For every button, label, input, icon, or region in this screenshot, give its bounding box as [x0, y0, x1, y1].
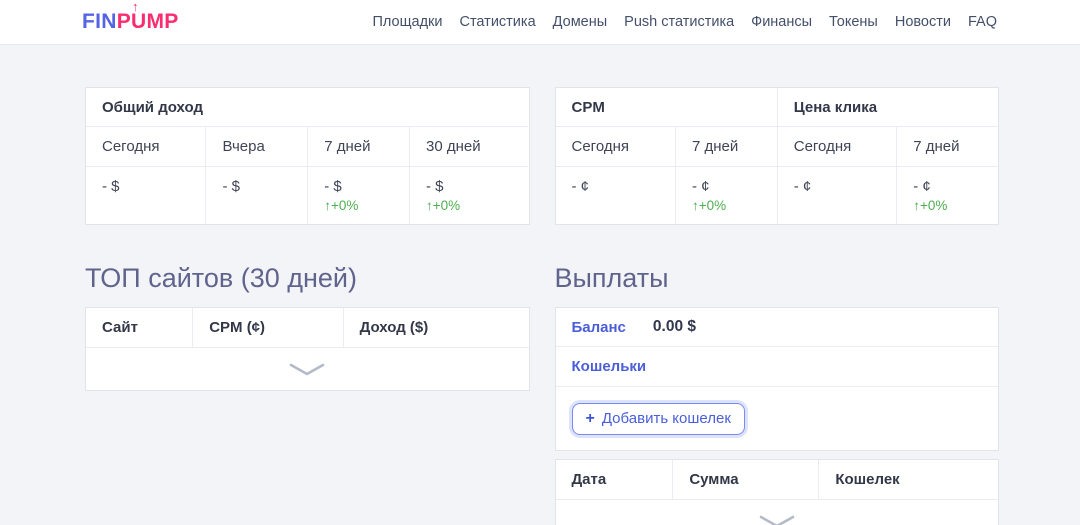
nav-item-novosti[interactable]: Новости [895, 14, 951, 30]
add-wallet-button[interactable]: + Добавить кошелек [571, 402, 745, 435]
total-income-card: Общий доход Сегодня Вчера 7 дней 30 дней… [85, 87, 530, 225]
cpm-col-today: Сегодня [555, 126, 675, 166]
nav-item-ploshchadki[interactable]: Площадки [372, 14, 442, 30]
cpm-value-today: - ¢ [555, 166, 675, 224]
click-price-value-7days: - ¢ ↑+0% [896, 166, 998, 224]
chevron-down-icon [759, 515, 795, 525]
dashboard-content: Общий доход Сегодня Вчера 7 дней 30 дней… [0, 45, 1080, 525]
right-column: CPM Цена клика Сегодня 7 дней Сегодня 7 … [554, 87, 999, 525]
income-col-30days: 30 дней [409, 126, 529, 166]
payouts-history-table: Дата Сумма Кошелек [554, 459, 999, 525]
nav-item-statistika[interactable]: Статистика [459, 14, 535, 30]
top-sites-col-cpm: CPM (¢) [192, 308, 342, 347]
balance-value: 0.00 $ [652, 318, 697, 335]
top-sites-col-site: Сайт [102, 319, 138, 336]
income-change-7days: ↑+0% [324, 198, 359, 213]
wallets-row: Кошельки [555, 347, 998, 387]
add-wallet-label: Добавить кошелек [601, 410, 731, 427]
finpump-logo[interactable]: FIN P U ↑ MP [82, 0, 179, 34]
click-price-col-today: Сегодня [776, 126, 897, 166]
balance-label: Баланс [571, 318, 626, 336]
top-sites-col-income: Доход ($) [342, 308, 529, 347]
click-price-col-7days: 7 дней [896, 126, 998, 166]
cpm-col-7days: 7 дней [674, 126, 777, 166]
payouts-expand-row[interactable] [555, 499, 998, 525]
income-col-yesterday: Вчера [205, 126, 308, 166]
income-value-7days: - $ ↑+0% [307, 166, 409, 224]
nav-item-tokeny[interactable]: Токены [829, 14, 878, 30]
income-value-today: - $ [86, 166, 206, 224]
wallets-link[interactable]: Кошельки [572, 358, 647, 375]
income-col-7days: 7 дней [307, 126, 409, 166]
top-sites-table: Сайт CPM (¢) Доход ($) [85, 307, 530, 391]
left-column: Общий доход Сегодня Вчера 7 дней 30 дней… [85, 87, 530, 525]
income-change-30days: ↑+0% [426, 198, 461, 213]
income-value-30days: - $ ↑+0% [409, 166, 529, 224]
cpm-change-7days: ↑+0% [691, 198, 727, 213]
logo-text-p: P [116, 10, 132, 33]
payouts-heading: Выплаты [554, 263, 669, 293]
top-sites-expand-row[interactable] [86, 347, 529, 390]
click-price-value-today: - ¢ [776, 166, 897, 224]
click-price-card-title: Цена клика [776, 88, 998, 126]
top-sites-heading: ТОП сайтов (30 дней) [85, 263, 357, 293]
chevron-down-icon [289, 363, 325, 375]
payouts-col-date: Дата [571, 471, 607, 488]
cpm-card-title: CPM [571, 98, 605, 116]
payouts-card: Баланс 0.00 $ Кошельки + Добавить кошеле… [554, 307, 999, 451]
nav-item-finansy[interactable]: Финансы [751, 14, 812, 30]
logo-text-u: U ↑ [131, 0, 147, 33]
nav-item-domeny[interactable]: Домены [553, 14, 608, 30]
payouts-col-sum: Сумма [672, 460, 818, 499]
income-col-today: Сегодня [86, 126, 206, 166]
plus-icon: + [585, 409, 595, 427]
click-price-change-7days: ↑+0% [913, 198, 948, 213]
cpm-value-7days: - ¢ ↑+0% [674, 166, 777, 224]
balance-row: Баланс 0.00 $ [555, 308, 998, 347]
nav-item-faq[interactable]: FAQ [968, 14, 997, 30]
add-wallet-row: + Добавить кошелек [556, 387, 999, 450]
logo-text-fin: FIN [82, 10, 117, 33]
income-card-title: Общий доход [102, 98, 203, 116]
top-header: FIN P U ↑ MP Площадки Статистика Домены Push… [0, 0, 1080, 45]
cpm-click-price-card: CPM Цена клика Сегодня 7 дней Сегодня 7 … [554, 87, 999, 225]
main-nav: Площадки Статистика Домены Push статисти… [372, 14, 997, 30]
nav-item-push-statistika[interactable]: Push статистика [624, 14, 734, 30]
income-value-yesterday: - $ [205, 166, 308, 224]
up-arrow-icon: ↑ [132, 0, 139, 14]
logo-text-mp: MP [146, 10, 179, 33]
payouts-col-wallet: Кошелек [818, 460, 998, 499]
